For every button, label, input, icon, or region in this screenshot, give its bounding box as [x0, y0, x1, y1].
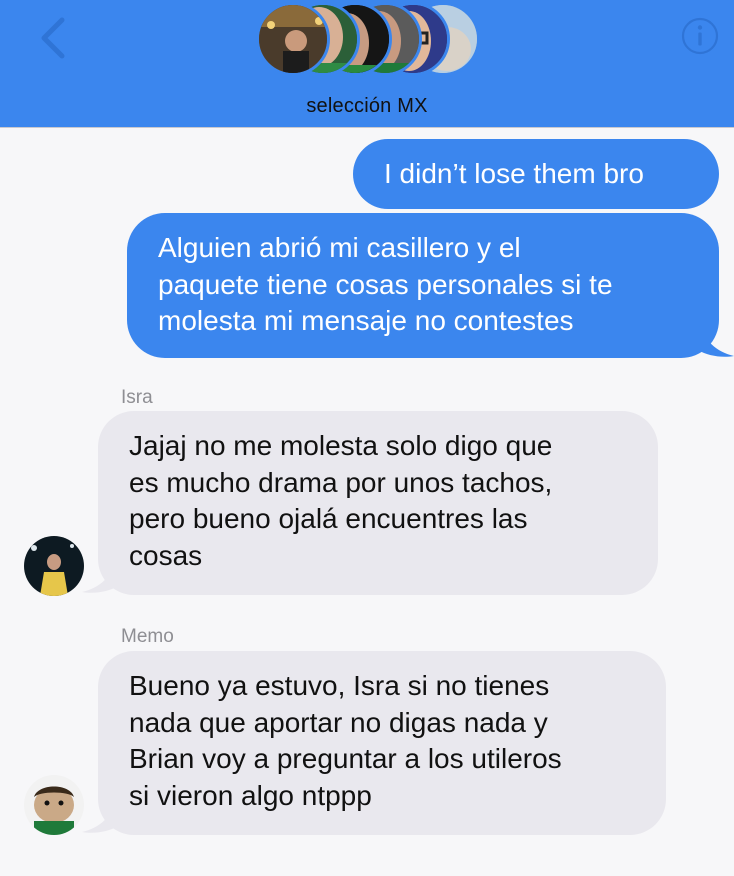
back-button[interactable]: [34, 16, 74, 60]
message-text: Bueno ya estuvo, Isra si no tienes: [129, 670, 550, 701]
message-text: pero bueno ojalá encuentres las: [129, 503, 528, 534]
message-text: Alguien abrió mi casillero y el: [158, 232, 521, 263]
incoming-message-bubble[interactable]: Bueno ya estuvo, Isra si no tienes nada …: [98, 651, 666, 835]
outgoing-message-bubble[interactable]: I didn’t lose them bro: [353, 139, 719, 209]
bubble-tail: [698, 322, 734, 357]
message-text: es mucho drama por unos tachos,: [129, 466, 553, 498]
bubble-tail: [82, 798, 118, 833]
group-member-avatar: [256, 2, 330, 76]
sender-avatar-isra[interactable]: [24, 536, 84, 596]
sender-name: Memo: [121, 626, 174, 647]
message-text: I didn’t lose them bro: [384, 158, 644, 189]
sender-avatar-memo[interactable]: [24, 775, 84, 835]
message-text: molesta mi mensaje no contestes: [158, 305, 574, 336]
bubble-tail: [82, 558, 118, 593]
group-name[interactable]: selección MX: [0, 95, 734, 118]
info-circle-icon: [681, 17, 719, 55]
message-text: Brian voy a preguntar a los utileros: [129, 743, 562, 774]
sender-name: Isra: [121, 387, 153, 408]
info-button[interactable]: [680, 16, 720, 56]
group-avatars[interactable]: [256, 0, 496, 78]
message-text: paquete tiene cosas personales si te: [158, 268, 613, 300]
message-text: si vieron algo ntppp: [129, 779, 372, 811]
message-text: cosas: [129, 539, 203, 571]
message-text: Jajaj no me molesta solo digo que: [129, 430, 553, 461]
chevron-left-icon: [41, 17, 65, 59]
conversation-header: selección MX: [0, 0, 734, 128]
outgoing-message-bubble[interactable]: Alguien abrió mi casillero y el paquete …: [127, 213, 719, 358]
incoming-message-bubble[interactable]: Jajaj no me molesta solo digo que es muc…: [98, 411, 658, 595]
message-text: nada que aportar no digas nada y: [129, 706, 548, 738]
